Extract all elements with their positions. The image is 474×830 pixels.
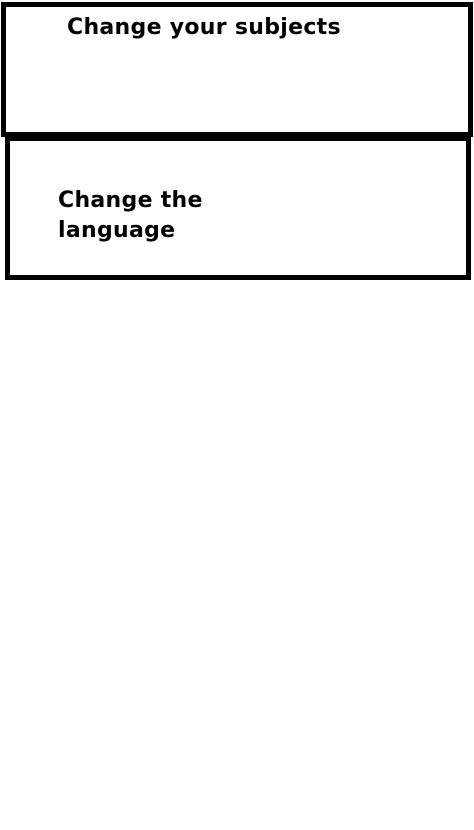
change-language-label: Change the language <box>58 188 203 243</box>
change-language-button[interactable]: Change the language <box>5 136 471 280</box>
change-subjects-label: Change your subjects <box>67 15 341 40</box>
change-subjects-button[interactable]: Change your subjects <box>1 2 473 137</box>
